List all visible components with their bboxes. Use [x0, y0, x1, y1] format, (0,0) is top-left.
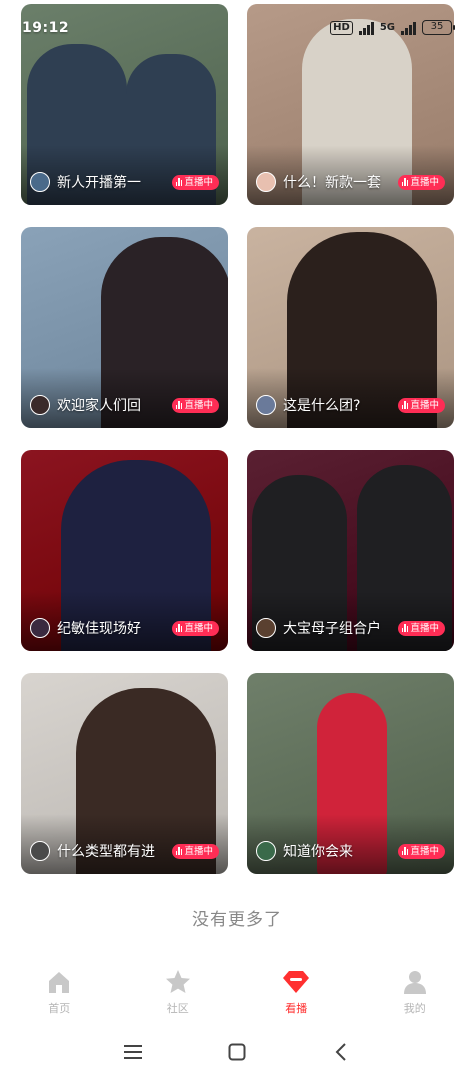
signal-icon-2 [401, 21, 416, 35]
card-title: 新人开播第一 [57, 175, 141, 191]
live-card[interactable]: 大宝母子组合户 直播中 [247, 450, 454, 651]
card-title: 什么！新款一套 [283, 175, 381, 191]
nav-item-profile[interactable]: 我的 [356, 960, 474, 1024]
menu-icon [124, 1045, 142, 1059]
streamer-avatar[interactable] [256, 618, 276, 638]
live-badge: 直播中 [397, 843, 445, 859]
signal-icon [358, 21, 374, 35]
live-badge: 直播中 [171, 397, 219, 413]
nav-item-home[interactable]: 首页 [0, 960, 119, 1024]
live-badge: 直播中 [397, 174, 445, 190]
live-bars-icon [175, 847, 183, 855]
live-badge: 直播中 [397, 620, 445, 636]
live-bars-icon [175, 624, 183, 632]
bottom-nav: 首页 社区 看播 我的 [0, 960, 474, 1024]
live-badge: 直播中 [171, 843, 219, 859]
live-badge: 直播中 [397, 397, 445, 413]
live-feed-page: 19:12 HD 5G 35 新人开播第一 直播中 什么！新款一套 直播中 欢迎… [0, 0, 474, 1080]
battery-icon: 35 [422, 20, 455, 35]
live-card-grid: 新人开播第一 直播中 什么！新款一套 直播中 欢迎家人们回 直播中 这是什么团?… [21, 4, 454, 874]
live-bars-icon [401, 847, 409, 855]
live-watch-icon [282, 968, 310, 996]
live-card[interactable]: 知道你会来 直播中 [247, 673, 454, 874]
card-title: 大宝母子组合户 [283, 621, 381, 637]
nav-label: 看播 [285, 1002, 308, 1015]
status-time: 19:12 [22, 20, 70, 36]
star-icon [164, 968, 192, 996]
live-bars-icon [175, 178, 183, 186]
system-nav-bar [0, 1030, 474, 1074]
streamer-avatar[interactable] [256, 841, 276, 861]
square-icon [228, 1043, 246, 1061]
streamer-avatar[interactable] [30, 841, 50, 861]
nav-item-community[interactable]: 社区 [119, 960, 238, 1024]
card-title: 这是什么团? [283, 398, 361, 414]
status-indicators: HD 5G 35 [330, 20, 455, 35]
live-card[interactable]: 纪敏佳现场好 直播中 [21, 450, 228, 651]
network-type: 5G [379, 22, 395, 33]
streamer-avatar[interactable] [256, 395, 276, 415]
nav-item-watch[interactable]: 看播 [237, 960, 356, 1024]
end-of-list-text: 没有更多了 [192, 910, 282, 930]
streamer-avatar[interactable] [30, 395, 50, 415]
streamer-avatar[interactable] [30, 172, 50, 192]
live-bars-icon [401, 401, 409, 409]
profile-icon [401, 968, 429, 996]
card-title: 欢迎家人们回 [57, 398, 141, 414]
streamer-avatar[interactable] [30, 618, 50, 638]
nav-label: 首页 [48, 1002, 71, 1015]
live-badge: 直播中 [171, 620, 219, 636]
live-bars-icon [401, 624, 409, 632]
streamer-avatar[interactable] [256, 172, 276, 192]
live-card[interactable]: 欢迎家人们回 直播中 [21, 227, 228, 428]
live-bars-icon [175, 401, 183, 409]
back-button[interactable] [289, 1030, 393, 1074]
hd-indicator: HD [330, 20, 353, 35]
nav-label: 社区 [166, 1002, 189, 1015]
home-button[interactable] [185, 1030, 289, 1074]
live-badge: 直播中 [171, 174, 219, 190]
card-title: 知道你会来 [283, 844, 353, 860]
recent-apps-button[interactable] [81, 1030, 185, 1074]
live-card[interactable]: 什么类型都有进 直播中 [21, 673, 228, 874]
live-card[interactable]: 这是什么团? 直播中 [247, 227, 454, 428]
live-bars-icon [401, 178, 409, 186]
card-title: 什么类型都有进 [57, 844, 155, 860]
status-bar: 19:12 HD 5G 35 [0, 18, 474, 44]
back-icon [335, 1043, 346, 1061]
home-icon [45, 968, 73, 996]
card-title: 纪敏佳现场好 [57, 621, 141, 637]
nav-label: 我的 [403, 1002, 426, 1015]
